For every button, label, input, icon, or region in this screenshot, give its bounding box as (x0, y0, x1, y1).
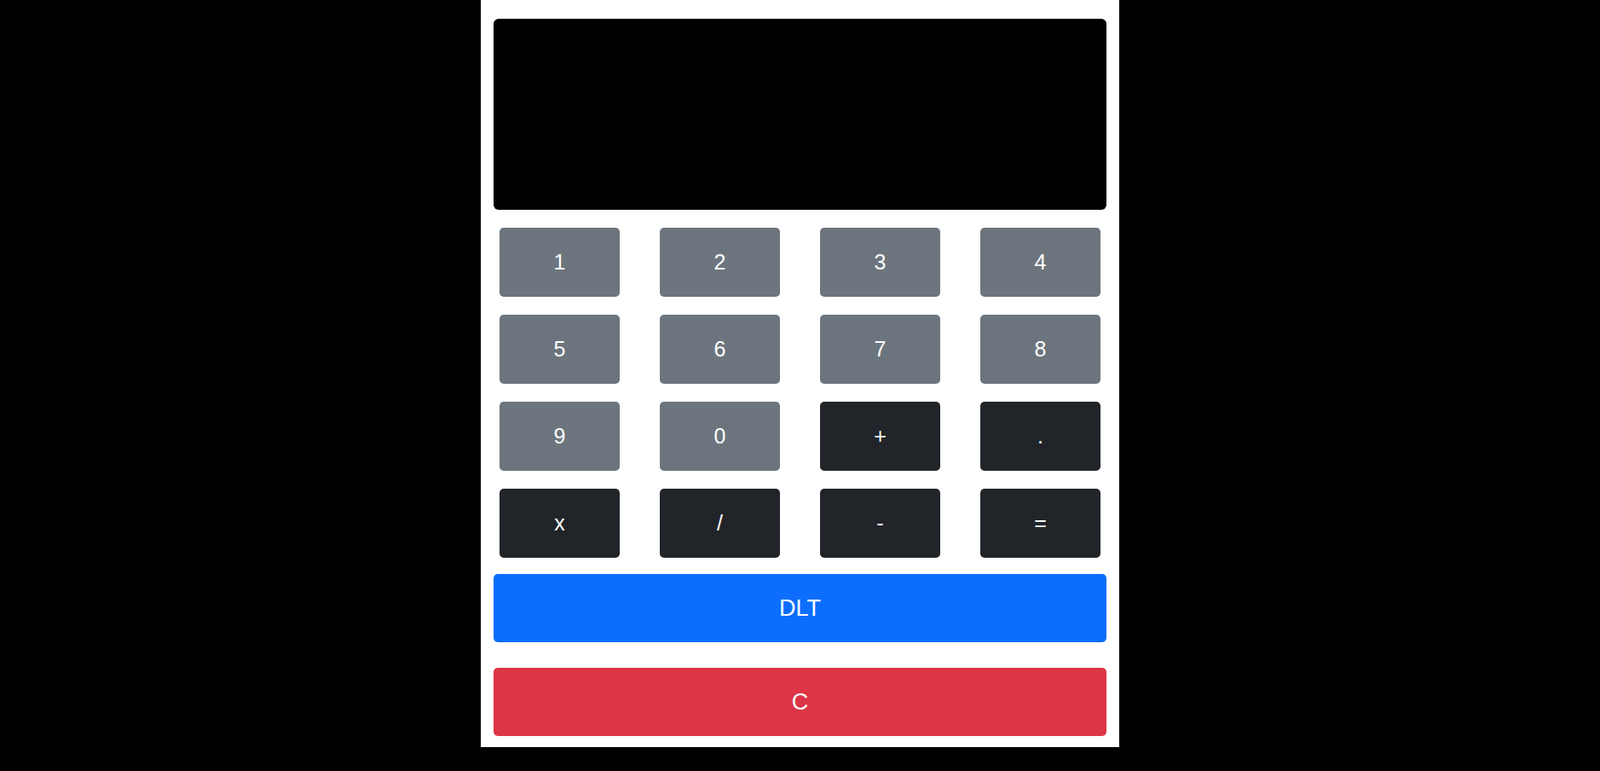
keypad: 1234 5678 90 +. x /-= (493, 227, 1107, 558)
digit-button[interactable]: 8 (980, 314, 1101, 384)
digit-button[interactable]: 4 (980, 227, 1101, 297)
digit-button[interactable]: 1 (499, 227, 620, 297)
display (493, 18, 1107, 210)
digit-button[interactable]: 2 (659, 227, 780, 297)
operator-button[interactable]: x (499, 488, 620, 558)
digit-button[interactable]: 6 (659, 314, 780, 384)
clear-button[interactable]: C (493, 667, 1107, 736)
digit-button[interactable]: 0 (659, 401, 780, 471)
digit-button[interactable]: 3 (820, 227, 941, 297)
operator-button[interactable]: = (980, 488, 1101, 558)
calculator: 1234 5678 90 +. x /-= DLT C (480, 0, 1120, 747)
digit-button[interactable]: 7 (820, 314, 941, 384)
digit-button[interactable]: 9 (499, 401, 620, 471)
operator-button[interactable]: / (659, 488, 780, 558)
digit-button[interactable]: 5 (499, 314, 620, 384)
operator-button[interactable]: + (820, 401, 941, 471)
page-background: 1234 5678 90 +. x /-= DLT C (0, 0, 1600, 771)
operator-button[interactable]: - (820, 488, 941, 558)
delete-button[interactable]: DLT (493, 573, 1107, 642)
operator-button[interactable]: . (980, 401, 1101, 471)
